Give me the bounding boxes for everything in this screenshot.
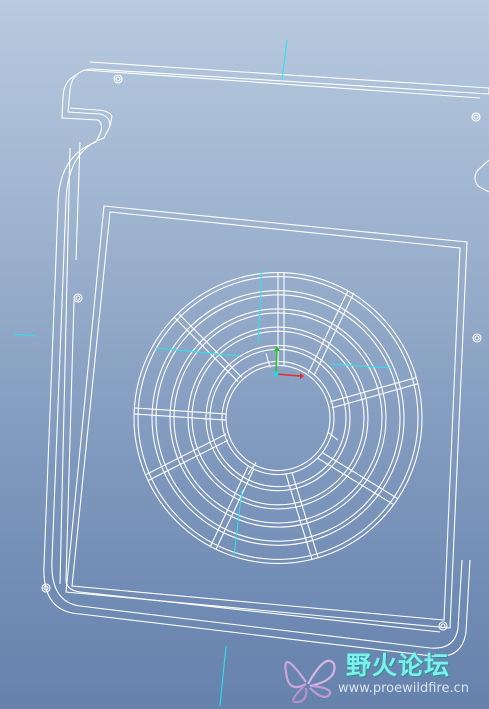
- housing-outline: [43, 61, 489, 658]
- watermark-url: www.proewildfire.cn: [338, 681, 469, 696]
- watermark-title: 野火论坛: [346, 651, 451, 680]
- screw-holes: [41, 74, 482, 631]
- wireframe-model[interactable]: [0, 0, 489, 709]
- butterfly-logo-icon: [284, 659, 336, 704]
- model-viewport[interactable]: [0, 0, 489, 709]
- watermark: 野火论坛 www.proewildfire.cn: [272, 642, 489, 709]
- fan-recess: [65, 205, 468, 629]
- fan-grille: [133, 272, 423, 564]
